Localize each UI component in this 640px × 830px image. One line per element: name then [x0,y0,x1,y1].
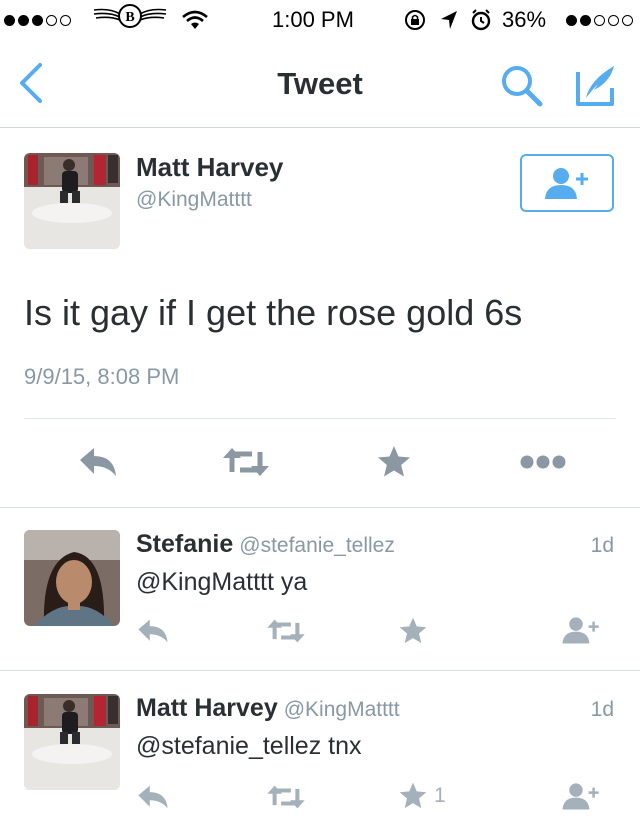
reply-text: @KingMatttt ya [136,568,308,596]
add-user-icon [545,168,588,199]
star-icon [378,446,410,477]
location-icon [440,8,458,32]
follow-button[interactable] [560,780,602,812]
tweet-text: Is it gay if I get the rose gold 6s [24,292,523,333]
divider [24,418,616,419]
status-time: 1:00 PM [272,7,354,32]
author-handle[interactable]: @KingMatttt [136,188,252,212]
favorite-count: 1 [434,784,446,807]
nav-bar: Tweet [0,40,640,128]
star-icon [399,782,427,809]
author-name[interactable]: Matt Harvey [136,152,283,183]
reply-button[interactable] [136,618,170,644]
more-dots-icon [520,455,566,469]
more-button[interactable] [520,455,566,469]
wifi-icon [182,8,208,32]
avatar[interactable] [24,153,120,249]
star-icon [399,617,427,644]
battery-percent: 36% [502,7,547,32]
divider [0,670,640,671]
favorite-button[interactable] [398,616,434,646]
retweet-icon [267,619,305,643]
reply-button[interactable] [78,446,118,478]
retweet-icon [223,448,269,476]
follow-button[interactable] [560,614,602,646]
alarm-icon [470,8,492,32]
carrier-logo-icon: B [92,4,168,28]
reply-icon [138,785,168,809]
reply-text: @stefanie_tellez tnx [136,732,362,760]
reply-time: 1d [590,698,614,721]
tweet-timestamp: 9/9/15, 8:08 PM [24,364,180,389]
reply-time: 1d [590,534,614,557]
reply-icon [138,619,168,643]
retweet-icon [267,785,305,809]
reply-author-handle: @KingMatttt [283,698,400,721]
divider [0,507,640,508]
avatar[interactable] [24,694,120,790]
reply-button[interactable] [136,784,170,810]
signal-strength [4,8,71,32]
reply-author-name: Stefanie [136,530,234,558]
carrier-logo-letter: B [125,10,134,25]
reply-author-handle: @stefanie_tellez [239,534,395,557]
add-user-icon [562,783,599,810]
favorite-button[interactable]: 1 [398,781,446,811]
avatar[interactable] [24,530,120,626]
add-user-icon [562,617,599,644]
status-bar: B 1:00 PM 36% [0,0,640,40]
right-signal-dots [566,8,633,32]
favorite-button[interactable] [376,444,412,480]
search-icon[interactable] [500,64,544,108]
reply-author[interactable]: Matt Harvey @KingMatttt [136,694,400,723]
retweet-button[interactable] [222,446,270,478]
reply-icon [80,448,116,476]
reply-author-name: Matt Harvey [136,694,278,722]
rotation-lock-icon [404,8,426,32]
retweet-button[interactable] [266,784,306,810]
follow-button[interactable] [520,154,614,212]
reply-author[interactable]: Stefanie @stefanie_tellez [136,530,395,559]
page-title: Tweet [277,66,363,101]
compose-icon[interactable] [574,62,618,108]
retweet-button[interactable] [266,618,306,644]
